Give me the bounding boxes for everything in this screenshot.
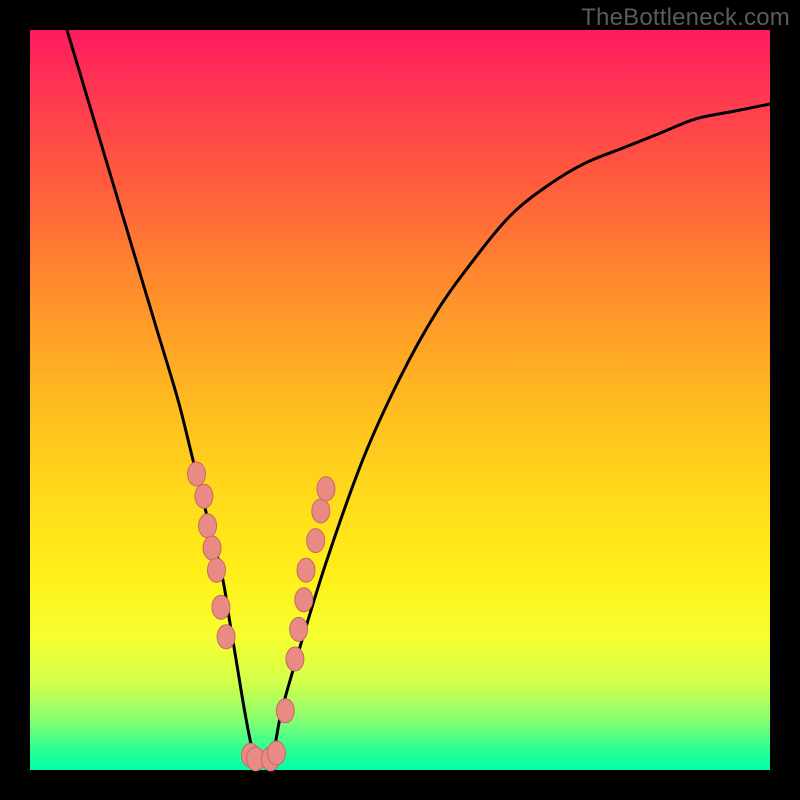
data-markers <box>188 462 336 771</box>
data-point <box>199 514 217 538</box>
data-point <box>267 741 285 765</box>
watermark-text: TheBottleneck.com <box>581 4 790 32</box>
plot-area <box>30 30 770 770</box>
data-point <box>195 484 213 508</box>
data-point <box>312 499 330 523</box>
data-point <box>290 617 308 641</box>
data-point <box>217 625 235 649</box>
data-point <box>297 558 315 582</box>
data-point <box>276 699 294 723</box>
bottleneck-curve <box>67 30 770 764</box>
chart-frame: TheBottleneck.com <box>0 0 800 800</box>
curve-svg <box>30 30 770 770</box>
data-point <box>212 595 230 619</box>
data-point <box>295 588 313 612</box>
data-point <box>286 647 304 671</box>
data-point <box>307 529 325 553</box>
data-point <box>207 558 225 582</box>
data-point <box>317 477 335 501</box>
data-point <box>203 536 221 560</box>
data-point <box>188 462 206 486</box>
